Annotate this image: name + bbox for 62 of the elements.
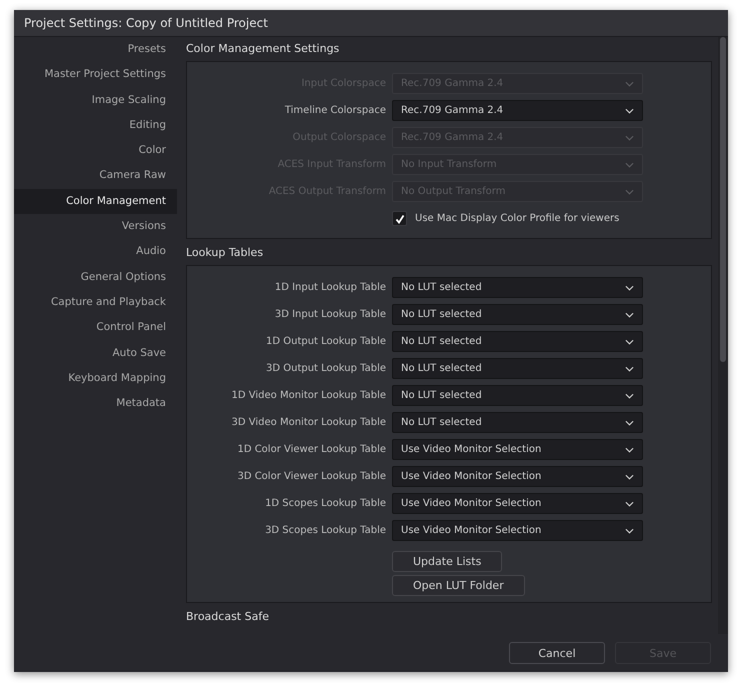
- checkbox[interactable]: [392, 211, 407, 226]
- window-title: Project Settings: Copy of Untitled Project: [24, 16, 268, 30]
- chevron-down-icon: [625, 528, 634, 534]
- chevron-down-icon: [625, 312, 634, 318]
- sidebar-item[interactable]: Capture and Playback: [14, 290, 177, 316]
- chevron-down-icon: [625, 474, 634, 480]
- chevron-down-icon: [625, 284, 634, 290]
- field-label: 1D Color Viewer Lookup Table: [236, 444, 387, 455]
- field-label: 3D Scopes Lookup Table: [264, 525, 387, 536]
- sidebar-item[interactable]: Editing: [14, 112, 177, 138]
- dropdown[interactable]: Use Video Monitor Selection: [392, 520, 643, 541]
- field-label: 1D Scopes Lookup Table: [264, 498, 387, 509]
- sidebar-item[interactable]: Camera Raw: [14, 163, 177, 189]
- chevron-down-icon: [625, 366, 634, 372]
- sidebar-item[interactable]: Master Project Settings: [14, 62, 177, 88]
- field-label: 3D Output Lookup Table: [265, 363, 387, 374]
- sidebar-item[interactable]: Color Management: [14, 188, 177, 214]
- panel-button[interactable]: Update Lists: [392, 551, 502, 572]
- dialog-button[interactable]: Cancel: [509, 642, 605, 664]
- sidebar-item[interactable]: Versions: [14, 214, 177, 240]
- chevron-down-icon: [625, 188, 634, 194]
- section-heading: Lookup Tables: [186, 245, 264, 261]
- panel-button[interactable]: Open LUT Folder: [392, 575, 525, 596]
- field-label: 3D Input Lookup Table: [274, 309, 387, 320]
- sidebar-item[interactable]: General Options: [14, 264, 177, 290]
- dropdown[interactable]: Use Video Monitor Selection: [392, 439, 643, 460]
- field-label: 1D Input Lookup Table: [274, 282, 387, 293]
- sidebar-item[interactable]: Metadata: [14, 391, 177, 416]
- chevron-down-icon: [625, 446, 634, 452]
- chevron-down-icon: [625, 420, 634, 426]
- sidebar-item[interactable]: Control Panel: [14, 315, 177, 341]
- chevron-down-icon: [625, 80, 634, 86]
- sidebar-item[interactable]: Image Scaling: [14, 88, 177, 113]
- dropdown[interactable]: No LUT selected: [392, 412, 643, 433]
- scrollbar-thumb[interactable]: [720, 37, 726, 362]
- sidebar-item[interactable]: Keyboard Mapping: [14, 366, 177, 392]
- dropdown[interactable]: Use Video Monitor Selection: [392, 466, 643, 487]
- sidebar-item[interactable]: Presets: [14, 37, 177, 62]
- dropdown[interactable]: No LUT selected: [392, 277, 643, 298]
- dropdown[interactable]: Use Video Monitor Selection: [392, 493, 643, 514]
- chevron-down-icon: [625, 392, 634, 398]
- sidebar-item[interactable]: Color: [14, 138, 177, 164]
- field-label: Timeline Colorspace: [284, 105, 387, 116]
- section-heading: Color Management Settings: [186, 41, 340, 57]
- chevron-down-icon: [625, 134, 634, 140]
- sidebar-item[interactable]: Auto Save: [14, 340, 177, 366]
- dropdown[interactable]: No LUT selected: [392, 331, 643, 352]
- dropdown[interactable]: No LUT selected: [392, 304, 643, 325]
- field-label: 3D Color Viewer Lookup Table: [236, 471, 387, 482]
- section-heading: Broadcast Safe: [186, 609, 270, 625]
- dropdown[interactable]: No LUT selected: [392, 385, 643, 406]
- dropdown[interactable]: Rec.709 Gamma 2.4: [392, 100, 643, 121]
- field-label: 1D Video Monitor Lookup Table: [230, 390, 387, 401]
- chevron-down-icon: [625, 162, 634, 168]
- chevron-down-icon: [625, 338, 634, 344]
- checkbox-label: Use Mac Display Color Profile for viewers: [415, 213, 620, 224]
- sidebar-item[interactable]: Audio: [14, 239, 177, 265]
- field-label: 1D Output Lookup Table: [265, 336, 387, 347]
- dropdown[interactable]: No LUT selected: [392, 358, 643, 379]
- chevron-down-icon: [625, 500, 634, 506]
- field-label: 3D Video Monitor Lookup Table: [230, 417, 387, 428]
- chevron-down-icon: [625, 108, 634, 114]
